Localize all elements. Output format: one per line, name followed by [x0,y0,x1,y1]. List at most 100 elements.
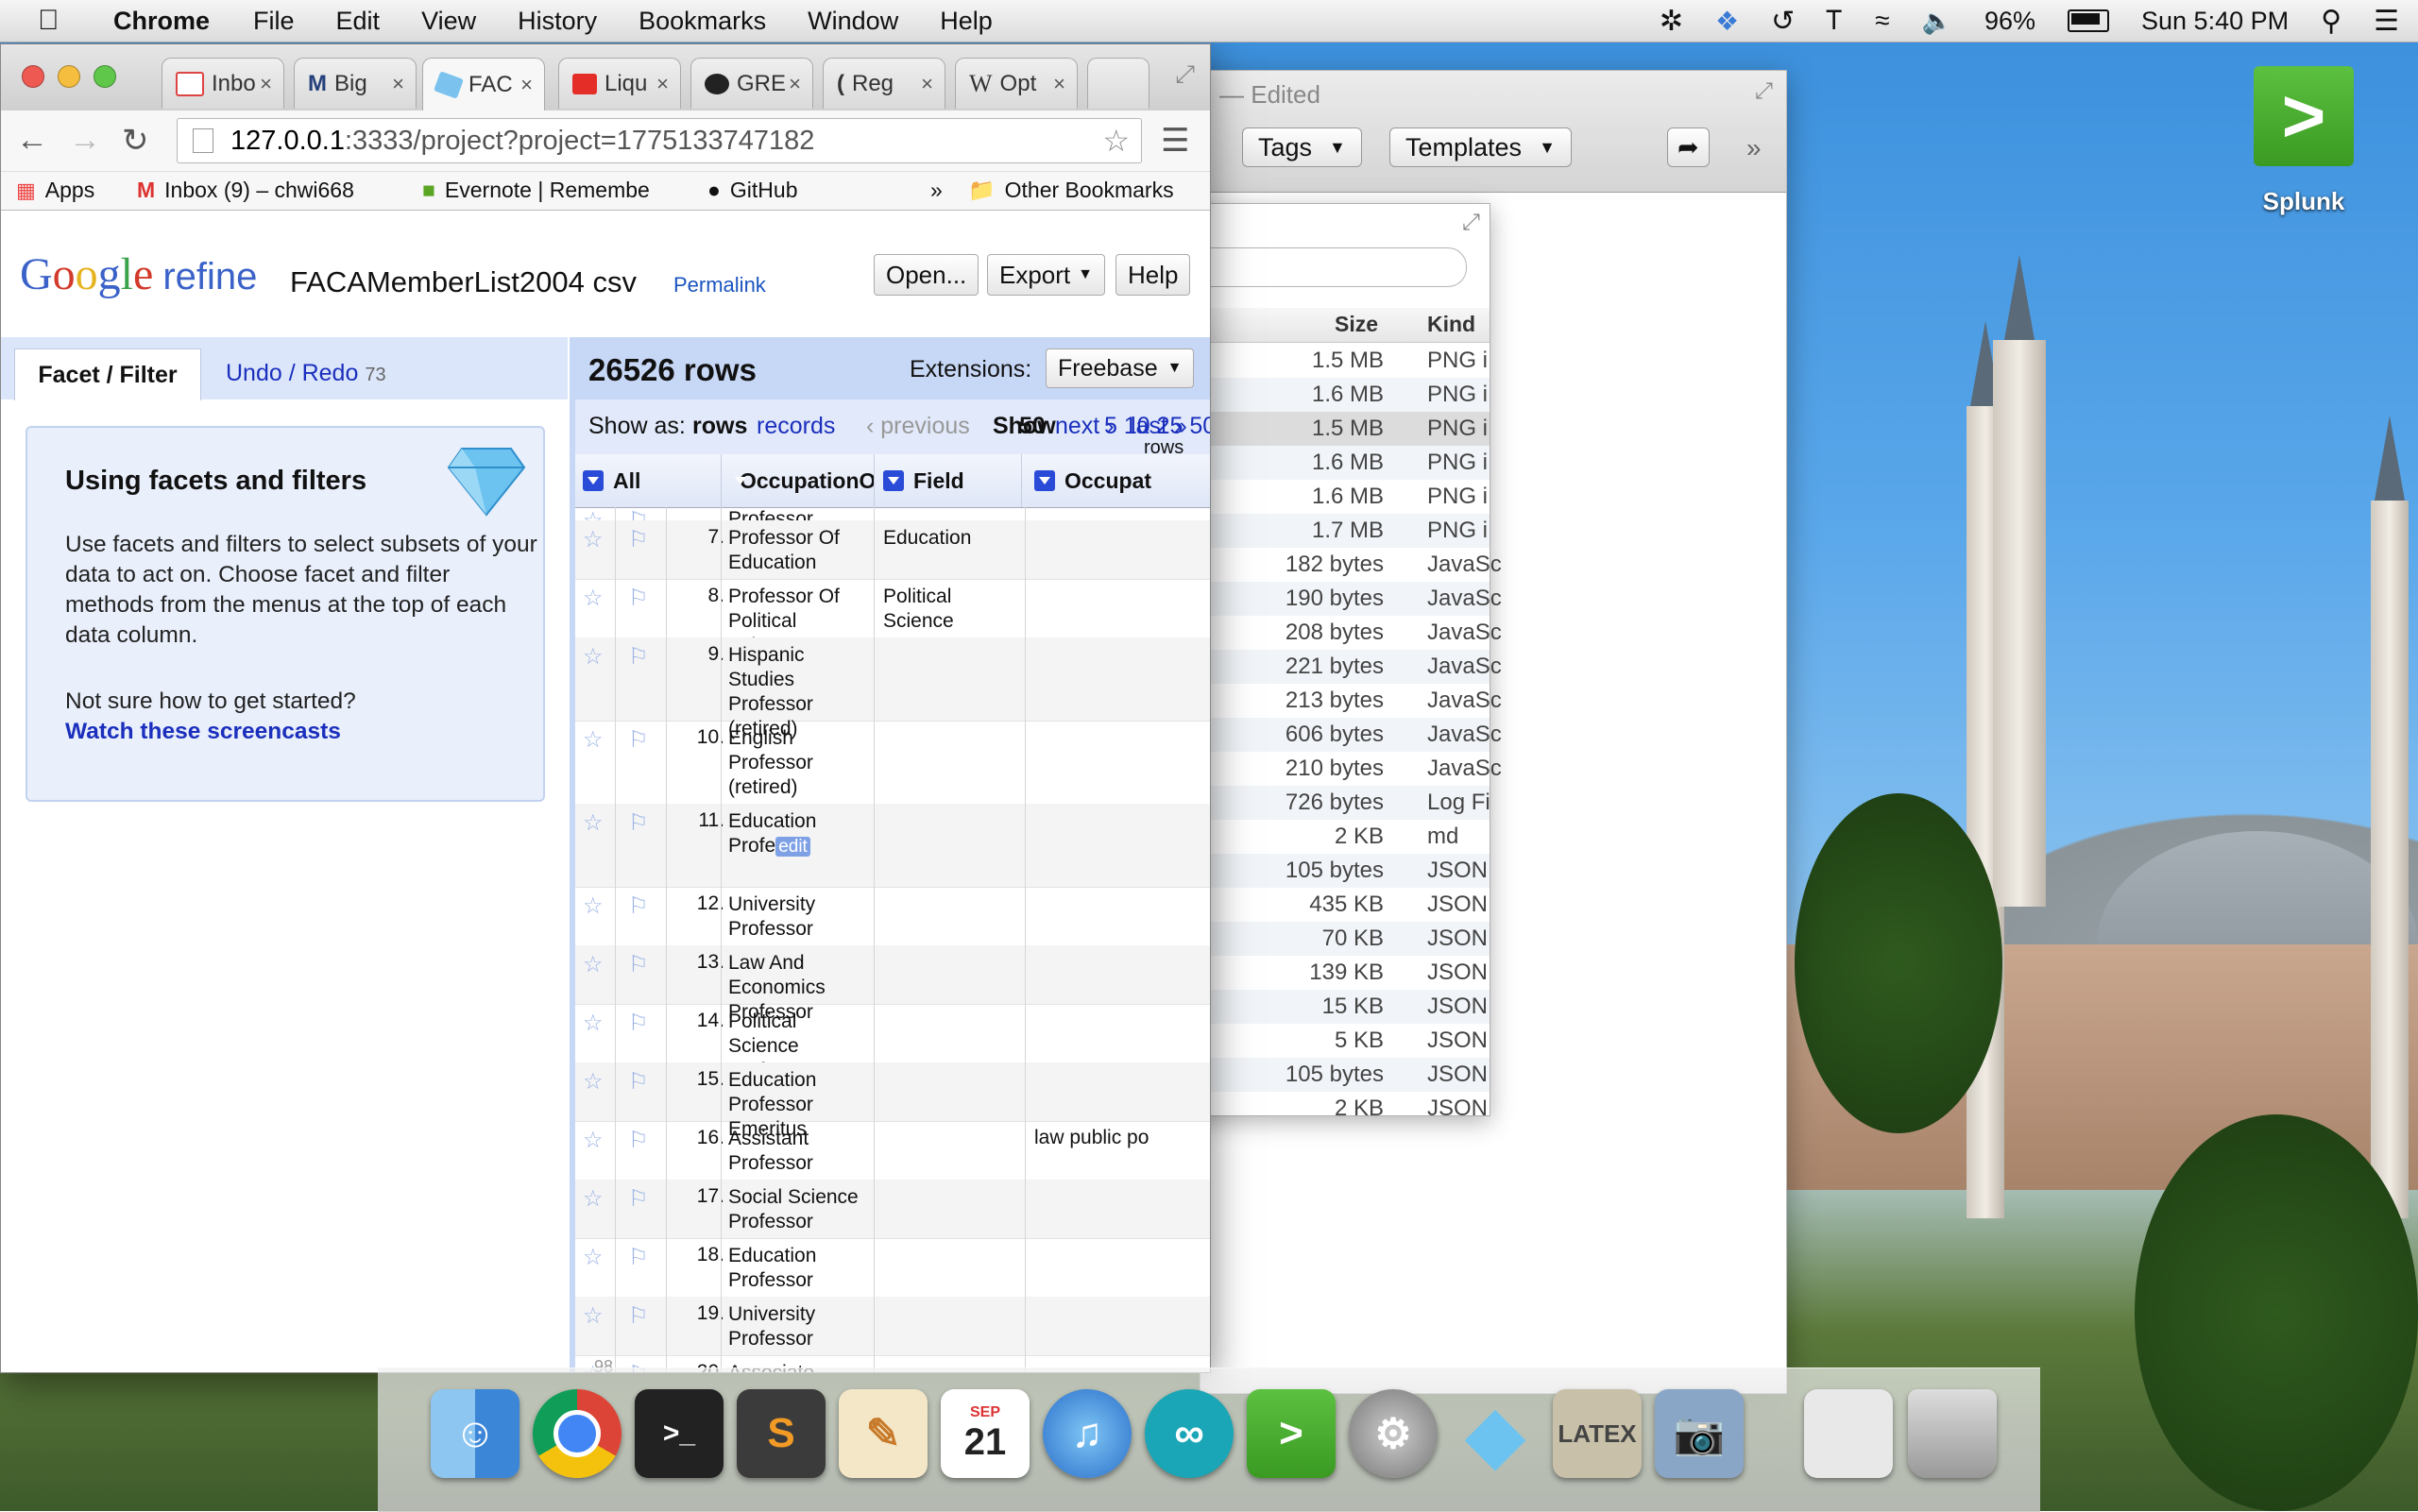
back-icon[interactable]: ← [16,122,48,159]
flag-icon[interactable]: ⚐ [628,809,649,837]
arduino-icon[interactable]: ∞ [1145,1389,1234,1478]
fullscreen-icon[interactable]: ⤢ [1175,59,1195,90]
menu-file[interactable]: File [253,7,295,36]
close-icon[interactable]: × [789,72,801,96]
toolbar-overflow-icon[interactable]: » [1746,133,1762,163]
tab-wikipedia[interactable]: W Opt × [955,58,1078,109]
terminal-icon[interactable]: >_ [635,1389,724,1478]
apple-menu-icon[interactable]:  [38,5,76,37]
google-refine-logo[interactable]: Google refine [20,248,257,300]
freebase-button[interactable]: Freebase ▼ [1046,348,1195,388]
close-icon[interactable]: × [520,73,533,97]
flag-icon[interactable]: ⚐ [628,585,649,612]
share-button[interactable]: ➦ [1667,127,1710,167]
bookmark-other[interactable]: 📁 Other Bookmarks [968,178,1174,203]
column-menu-icon[interactable] [583,470,604,491]
star-icon[interactable]: ☆ [583,726,604,754]
flag-icon[interactable]: ⚐ [628,1244,649,1271]
zoom-window-button[interactable] [94,65,116,88]
close-window-button[interactable] [22,65,44,88]
splunk-desktop-icon[interactable]: > [2254,66,2354,166]
column-field[interactable]: Field [874,454,1022,507]
open-button[interactable]: Open... [874,254,979,296]
occupation-cell[interactable]: University Professor [728,892,870,942]
address-bar[interactable]: 127.0.0.1:3333/project?project=177513374… [177,118,1142,163]
finder-icon[interactable]: ☺ [431,1389,519,1478]
tab-undo-redo[interactable]: Undo / Redo 73 [226,360,386,387]
sublime-icon[interactable]: S [737,1389,826,1478]
flag-icon[interactable]: ⚐ [628,1302,649,1330]
close-icon[interactable]: × [921,72,933,96]
clock[interactable]: Sun 5:40 PM [2141,7,2289,36]
bookmark-github[interactable]: ● GitHub [707,178,798,203]
bookmark-inbox[interactable]: M Inbox (9) – chwi668 [137,178,354,203]
fullscreen-icon[interactable]: ⤢ [1462,210,1480,236]
finder-search-input[interactable] [1182,247,1467,287]
reload-icon[interactable]: ↻ [122,122,149,160]
star-icon[interactable]: ☆ [583,1302,604,1330]
star-icon[interactable]: ☆ [583,526,604,553]
occupation-2-cell[interactable]: law public po [1034,1127,1204,1149]
forward-icon[interactable]: → [69,122,101,159]
project-name[interactable]: FACAMemberList2004 csv [290,265,637,299]
show-rows-option[interactable]: rows [692,413,747,440]
itunes-icon[interactable]: ♫ [1043,1389,1132,1478]
help-button[interactable]: Help [1115,254,1191,296]
menu-bookmarks[interactable]: Bookmarks [639,7,766,36]
size-column-header[interactable]: Size [1335,312,1378,337]
time-machine-icon[interactable]: ↺ [1771,5,1795,38]
flag-icon[interactable]: ⚐ [628,1127,649,1154]
pages-icon[interactable]: ✎ [839,1389,928,1478]
column-all[interactable]: All [575,454,722,507]
volume-icon[interactable]: 🔈 [1922,7,1952,36]
menu-view[interactable]: View [421,7,476,36]
star-icon[interactable]: ☆ [583,1010,604,1037]
permalink-link[interactable]: Permalink [673,273,766,297]
star-icon[interactable]: ☆ [583,1127,604,1154]
edit-cell-button[interactable]: edit [775,837,810,857]
flag-icon[interactable]: ⚐ [628,1010,649,1037]
tab-youtube[interactable]: Liqu × [558,58,681,109]
tab-github[interactable]: GRE × [690,58,813,109]
trash-icon[interactable] [1908,1389,1997,1478]
bookmarks-overflow[interactable]: » [930,178,943,203]
latex-icon[interactable]: LATEX [1553,1389,1642,1478]
star-icon[interactable]: ☆ [583,951,604,978]
menu-app-name[interactable]: Chrome [113,7,210,36]
star-icon[interactable]: ☆ [583,585,604,612]
star-icon[interactable]: ☆ [583,1185,604,1213]
show-records-option[interactable]: records [757,413,835,440]
splunk-desktop-label[interactable]: Splunk [2229,187,2378,216]
flag-icon[interactable]: ⚐ [628,643,649,671]
minimize-window-button[interactable] [58,65,80,88]
new-tab-button[interactable] [1087,58,1149,109]
close-icon[interactable]: × [392,72,404,96]
wifi-icon[interactable]: ≈ [1875,6,1889,36]
splunk-icon[interactable]: > [1247,1389,1336,1478]
close-icon[interactable]: × [1053,72,1065,96]
bookmark-apps[interactable]: ▦ Apps [16,178,94,203]
star-icon[interactable]: ☆ [583,892,604,920]
column-menu-icon[interactable] [1034,470,1055,491]
bookmark-star-icon[interactable]: ☆ [1102,123,1130,159]
spotlight-icon[interactable]: ⚲ [2321,5,2341,38]
flag-icon[interactable]: ⚐ [628,951,649,978]
occupation-cell[interactable]: Assistant Professor [728,1127,870,1176]
kind-column-header[interactable]: Kind [1427,312,1475,337]
star-icon[interactable]: ☆ [583,1068,604,1096]
battery-icon[interactable] [2068,9,2110,32]
star-icon[interactable]: ☆ [583,643,604,671]
tab-big[interactable]: M Big × [294,58,417,109]
column-occupation-2[interactable]: Occupat [1025,454,1210,507]
flag-icon[interactable]: ⚐ [628,892,649,920]
battery-percent[interactable]: 96% [1984,7,2035,36]
fullscreen-icon[interactable]: ⤢ [1755,78,1773,105]
tab-facet-filter[interactable]: Facet / Filter [14,348,201,400]
tab-refine[interactable]: FAC × [422,58,545,110]
close-icon[interactable]: × [656,72,669,96]
last-page[interactable]: last » [1131,413,1187,440]
notification-center-icon[interactable]: ☰ [2374,5,2399,38]
preview-icon[interactable]: 📷 [1655,1389,1744,1478]
menu-window[interactable]: Window [808,7,898,36]
field-cell[interactable]: Education [883,526,1025,551]
